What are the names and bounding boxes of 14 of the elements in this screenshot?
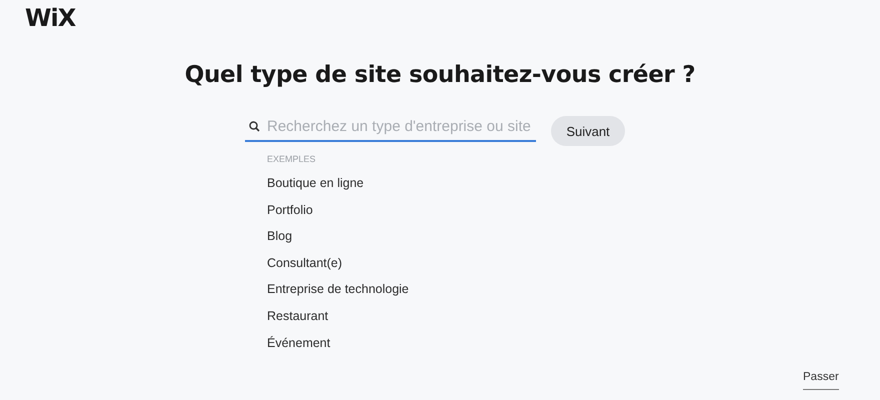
example-item[interactable]: Portfolio	[267, 196, 536, 224]
page-title: Quel type de site souhaitez-vous créer ?	[184, 62, 696, 88]
example-item[interactable]: Consultant(e)	[267, 250, 536, 276]
example-item[interactable]: Entreprise de technologie	[267, 276, 536, 303]
example-item[interactable]: Blog	[267, 223, 536, 250]
example-item[interactable]: Événement	[267, 330, 536, 356]
skip-link[interactable]: Passer	[803, 371, 839, 390]
examples-heading: EXEMPLES	[267, 154, 317, 164]
search-icon	[249, 120, 260, 132]
next-button[interactable]: Suivant	[551, 116, 625, 146]
logo: WiX	[25, 4, 76, 32]
example-item[interactable]: Restaurant	[267, 302, 536, 330]
search-field[interactable]: Recherchez un type d'entreprise ou site	[245, 112, 536, 142]
example-item[interactable]: Boutique en ligne	[267, 170, 536, 197]
